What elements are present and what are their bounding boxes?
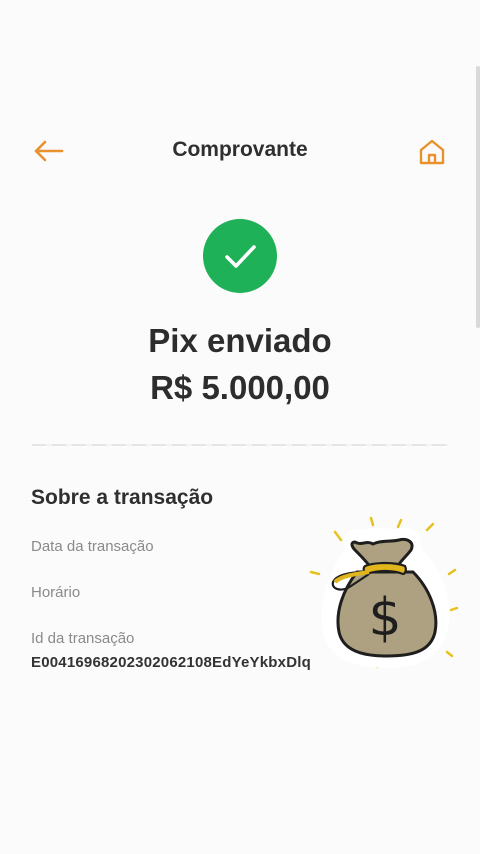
receipt-screen: Comprovante Pix enviado R$ 5.000,00 Sobr…	[0, 0, 480, 854]
home-button[interactable]	[412, 132, 452, 172]
status-title: Pix enviado	[148, 322, 332, 359]
section-title: Sobre a transação	[31, 486, 214, 509]
transaction-id-value: E00416968202302062108EdYeYkbxDlq	[31, 654, 311, 671]
home-icon	[419, 139, 445, 165]
scrollbar[interactable]	[476, 66, 480, 328]
success-badge	[203, 219, 277, 293]
money-bag-sticker: $	[305, 512, 465, 672]
time-label: Horário	[31, 584, 81, 601]
page-title: Comprovante	[172, 138, 308, 161]
divider	[32, 444, 448, 446]
date-label: Data da transação	[31, 538, 154, 555]
header: Comprovante	[0, 120, 480, 184]
check-icon	[225, 245, 256, 268]
svg-text:$: $	[368, 588, 401, 648]
transaction-id-label: Id da transação	[31, 630, 135, 647]
money-bag-icon: $	[309, 516, 459, 669]
transfer-amount: R$ 5.000,00	[150, 369, 330, 406]
